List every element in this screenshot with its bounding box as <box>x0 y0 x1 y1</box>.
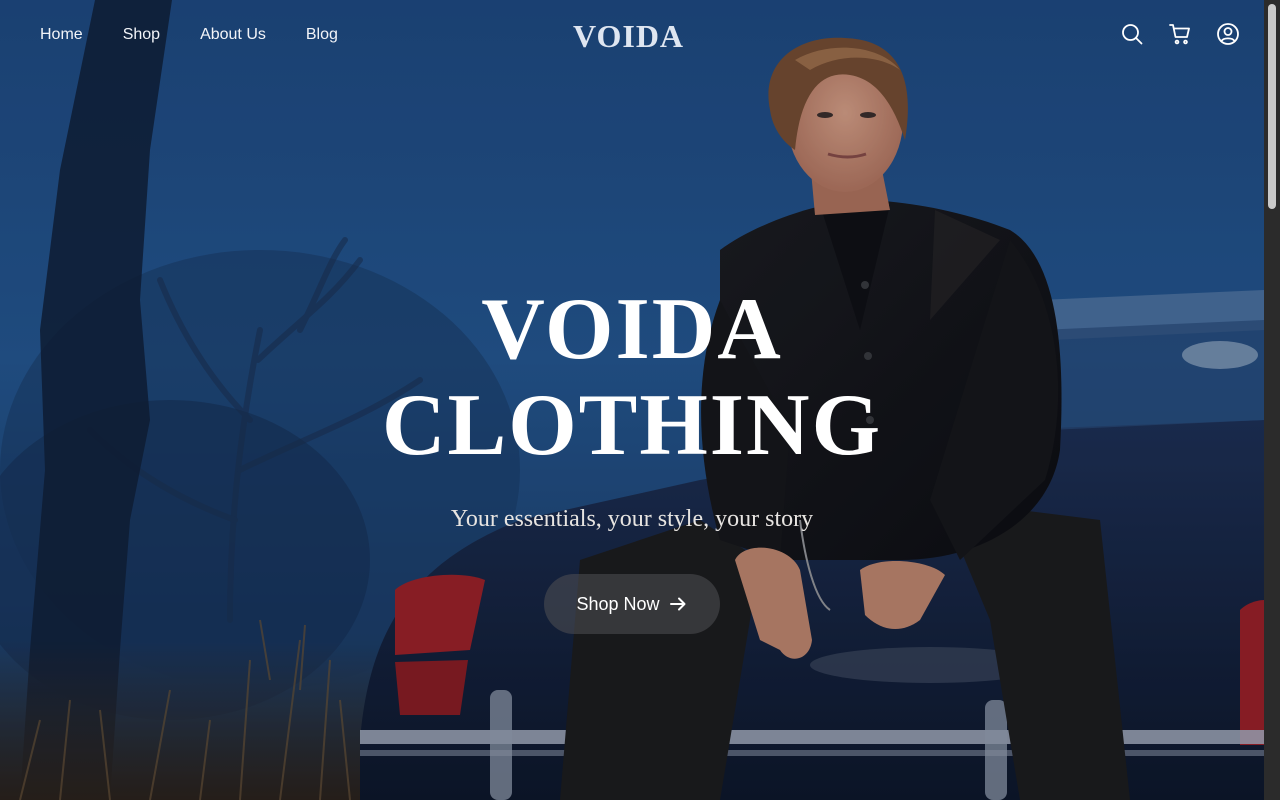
site-header: Home Shop About Us Blog VOIDA <box>0 0 1264 72</box>
nav-home-link[interactable]: Home <box>40 25 83 45</box>
arrow-right-icon <box>669 597 686 611</box>
account-icon[interactable] <box>1216 22 1240 46</box>
hero-title-line-1: VOIDA <box>481 281 783 378</box>
hero-title-line-2: CLOTHING <box>381 377 883 474</box>
search-icon[interactable] <box>1120 22 1144 46</box>
hero-subtitle: Your essentials, your style, your story <box>450 506 814 532</box>
header-actions <box>1120 22 1240 46</box>
hero-content: VOIDA CLOTHING Your essentials, your sty… <box>0 282 1264 634</box>
shop-now-button[interactable]: Shop Now <box>544 574 720 634</box>
page: Home Shop About Us Blog VOIDA VOIDA CLOT… <box>0 0 1280 800</box>
cart-icon[interactable] <box>1168 22 1192 46</box>
nav-about-us-link[interactable]: About Us <box>200 25 266 45</box>
nav-blog-link[interactable]: Blog <box>306 25 338 45</box>
main-nav: Home Shop About Us Blog <box>40 25 378 45</box>
shop-now-label: Shop Now <box>576 593 660 614</box>
nav-shop-link[interactable]: Shop <box>123 25 160 45</box>
page-scrollbar[interactable] <box>1264 0 1280 800</box>
hero-title: VOIDA CLOTHING <box>0 282 1264 474</box>
brand-logo[interactable]: VOIDA <box>573 16 693 56</box>
scrollbar-thumb[interactable] <box>1268 4 1276 209</box>
